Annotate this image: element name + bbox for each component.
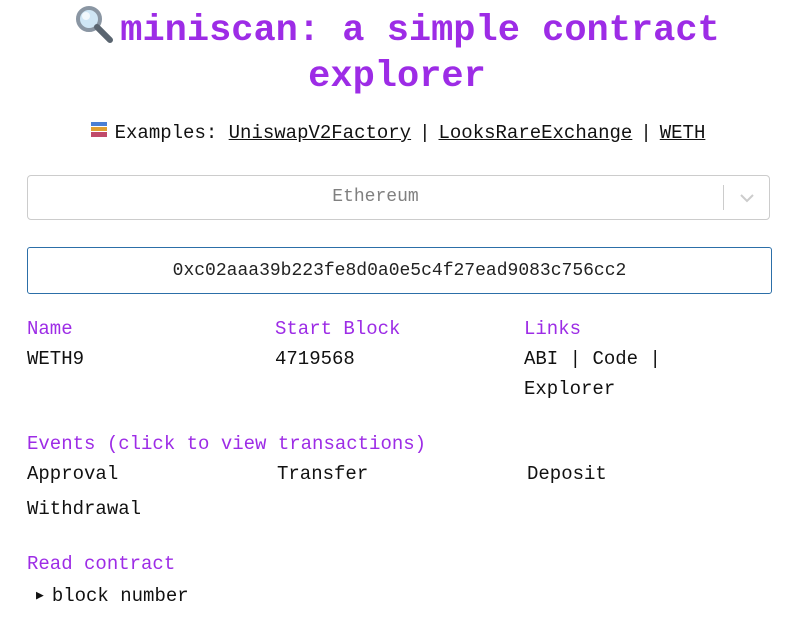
read-item-block-number[interactable]: ▶ block number <box>36 584 189 608</box>
event-deposit[interactable]: Deposit <box>527 462 607 486</box>
page-title: miniscan: a simple contract explorer <box>0 4 794 100</box>
links-label: Links <box>524 318 582 340</box>
abi-link[interactable]: ABI <box>524 348 558 370</box>
name-value: WETH9 <box>27 348 85 370</box>
title-line-2: explorer <box>308 56 486 98</box>
start-block-value: 4719568 <box>275 348 355 370</box>
network-select[interactable]: Ethereum <box>27 175 770 220</box>
events-label: Events (click to view transactions) <box>27 433 427 455</box>
start-block-label: Start Block <box>275 318 401 340</box>
examples-label: Examples: <box>114 122 218 144</box>
event-approval[interactable]: Approval <box>27 462 118 486</box>
magnifying-glass-icon <box>74 4 114 54</box>
read-item-label: block number <box>51 585 189 607</box>
example-link-uniswapv2factory[interactable]: UniswapV2Factory <box>229 122 411 144</box>
network-select-value: Ethereum <box>332 187 419 207</box>
separator: | <box>569 348 582 370</box>
event-withdrawal[interactable]: Withdrawal <box>27 497 141 521</box>
select-divider <box>723 185 724 210</box>
address-input[interactable] <box>27 247 772 294</box>
contract-links: ABI | Code | Explorer <box>524 344 704 404</box>
read-contract-label: Read contract <box>27 553 176 575</box>
example-link-weth[interactable]: WETH <box>660 122 706 144</box>
example-link-looksrareexchange[interactable]: LooksRareExchange <box>439 122 633 144</box>
name-label: Name <box>27 318 73 340</box>
separator: | <box>640 122 652 144</box>
explorer-link[interactable]: Explorer <box>524 378 615 400</box>
chevron-down-icon[interactable] <box>737 188 757 208</box>
title-line-1: miniscan: a simple contract <box>120 10 720 52</box>
separator: | <box>649 348 661 370</box>
code-link[interactable]: Code <box>592 348 638 370</box>
disclosure-triangle-icon: ▶ <box>36 588 44 603</box>
separator: | <box>419 122 431 144</box>
event-transfer[interactable]: Transfer <box>277 462 368 486</box>
books-icon <box>89 120 109 146</box>
examples-bar: Examples: UniswapV2Factory | LooksRareExch… <box>0 120 794 146</box>
